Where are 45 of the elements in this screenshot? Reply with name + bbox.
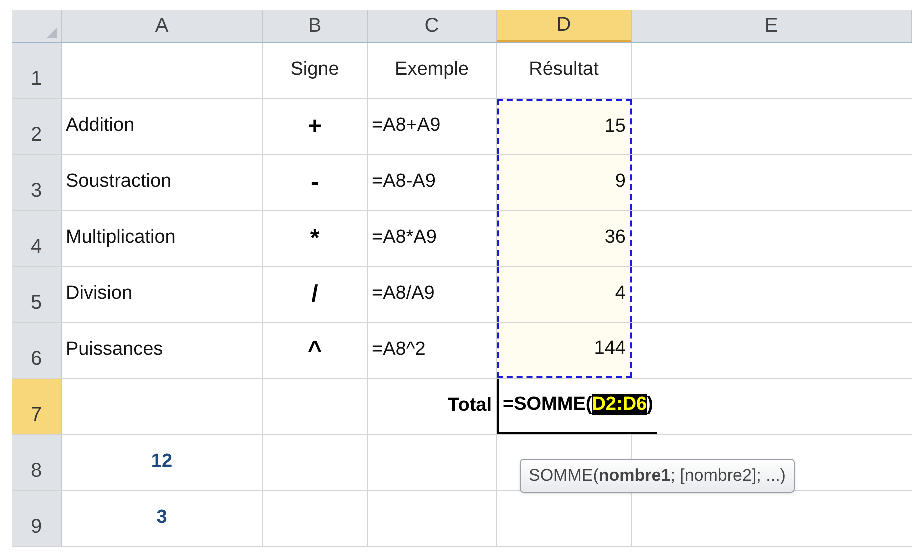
cell-text: Soustraction	[66, 170, 172, 194]
row-header[interactable]: 5	[12, 267, 62, 322]
input-value: 3	[156, 506, 168, 530]
row-header[interactable]: 4	[12, 211, 62, 266]
column-label: Résultat	[529, 58, 599, 82]
column-header[interactable]: B	[263, 10, 368, 42]
cell-text: 9	[615, 170, 626, 194]
cell-text: =A8^2	[372, 338, 426, 362]
cell-text: 144	[594, 337, 626, 362]
cell-text: Puissances	[66, 338, 164, 362]
operator-symbol: -	[311, 168, 319, 198]
input-value: 12	[151, 450, 173, 474]
cell-text: Multiplication	[66, 226, 176, 250]
row-header[interactable]: 6	[12, 323, 62, 378]
formula-text: =SOMME(D2:D6)	[502, 393, 654, 418]
column-header[interactable]: D	[497, 10, 632, 42]
column-label: Signe	[290, 58, 340, 82]
select-all-corner[interactable]	[12, 10, 62, 42]
cell-text: Addition	[66, 114, 135, 138]
operator-symbol: /	[312, 280, 318, 310]
operator-symbol: ^	[308, 336, 322, 366]
column-header[interactable]: A	[62, 10, 263, 42]
cell-text: 36	[604, 226, 626, 250]
row-header[interactable]: 2	[12, 99, 62, 154]
column-label: Exemple	[395, 58, 469, 82]
row-header[interactable]: 9	[12, 491, 62, 546]
row-header[interactable]: 1	[12, 43, 62, 98]
function-tooltip: SOMME(nombre1; [nombre2]; ...)	[520, 459, 795, 492]
cell-text: =A8+A9	[372, 114, 441, 138]
cell-text: 15	[604, 115, 626, 140]
column-header[interactable]: C	[368, 10, 497, 42]
cell-text: =A8/A9	[372, 282, 435, 306]
cell-text: Division	[66, 282, 133, 306]
row-header[interactable]: 7	[12, 379, 62, 434]
row-header[interactable]: 8	[12, 435, 62, 490]
operator-symbol: *	[310, 224, 320, 254]
cell-text: =A8*A9	[372, 226, 437, 250]
triangle-icon	[47, 28, 57, 38]
total-label: Total	[448, 394, 492, 418]
editing-cell[interactable]: =SOMME(D2:D6)	[497, 379, 658, 434]
row-header[interactable]: 3	[12, 155, 62, 210]
cell-text: =A8-A9	[372, 170, 436, 194]
column-header[interactable]: E	[632, 10, 912, 42]
operator-symbol: +	[308, 112, 322, 142]
cell-text: 4	[615, 282, 626, 306]
